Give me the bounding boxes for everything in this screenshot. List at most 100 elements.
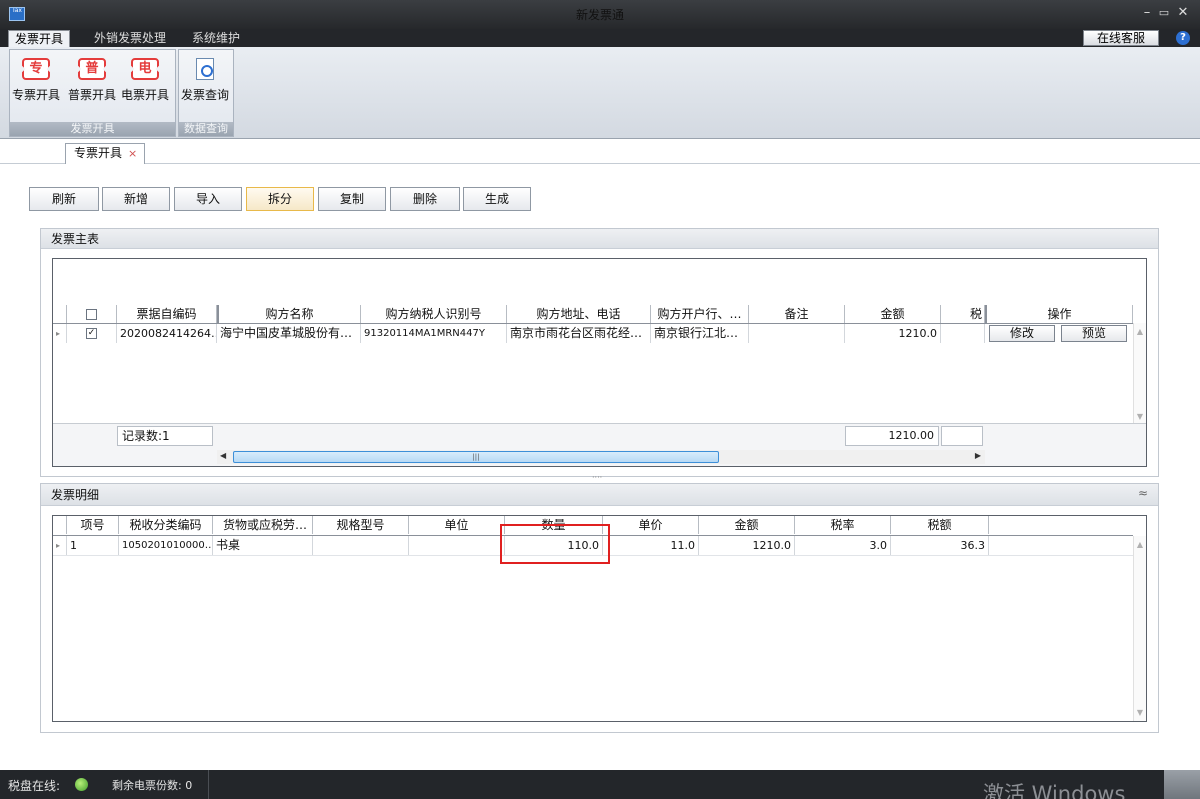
col-amount[interactable]: 金额 — [699, 516, 795, 534]
row-indicator-icon: ▸ — [53, 536, 67, 555]
maximize-icon[interactable]: ▭ — [1157, 4, 1171, 22]
cell-tax-rate[interactable]: 3.0 — [795, 536, 891, 555]
col-unit[interactable]: 单位 — [409, 516, 505, 534]
col-remark[interactable]: 备注 — [749, 305, 845, 323]
record-count: 记录数:1 — [117, 426, 213, 446]
horizontal-scroll-thumb[interactable]: ||| — [233, 451, 719, 463]
remaining-einvoice-count: 剩余电票份数: 0 — [112, 779, 193, 792]
status-divider — [208, 770, 209, 799]
tab-export-invoice[interactable]: 外销发票处理 — [88, 30, 172, 47]
cell-code[interactable]: 2020082414264… — [117, 324, 217, 343]
online-service-button[interactable]: 在线客服 — [1083, 30, 1159, 46]
select-all-checkbox[interactable] — [86, 309, 97, 320]
cell-remark[interactable] — [749, 324, 845, 343]
cell-item-no[interactable]: 1 — [67, 536, 119, 555]
master-horizontal-scrollbar[interactable]: ◀ ||| ▶ — [217, 450, 985, 464]
master-panel-title: 发票主表 — [41, 229, 1158, 249]
tab-invoice-issue[interactable]: 发票开具 — [8, 30, 71, 47]
cell-class-code[interactable]: 1050201010000… — [119, 536, 213, 555]
close-tab-icon[interactable]: × — [128, 147, 137, 160]
online-status-led-icon — [75, 778, 88, 791]
special-invoice-button[interactable]: 专 专票开具 — [10, 58, 62, 108]
col-tax[interactable]: 税 — [941, 305, 985, 323]
col-buyer-name[interactable]: 购方名称 — [217, 305, 361, 323]
normal-invoice-button[interactable]: 普 普票开具 — [66, 58, 118, 108]
master-grid: 票据自编码 购方名称 购方纳税人识别号 购方地址、电话 购方开户行、… 备注 金… — [52, 258, 1147, 467]
cell-unit[interactable] — [409, 536, 505, 555]
special-ticket-icon: 专 — [22, 58, 50, 80]
normal-ticket-icon: 普 — [78, 58, 106, 80]
col-code[interactable]: 票据自编码 — [117, 305, 217, 323]
row-indicator-icon: ▸ — [53, 324, 67, 343]
collapse-icon[interactable]: ≈ — [1138, 486, 1148, 500]
add-button[interactable]: 新增 — [102, 187, 170, 211]
button-label: 发票查询 — [180, 88, 229, 102]
col-amount[interactable]: 金额 — [845, 305, 941, 323]
quantity-highlight-box — [500, 524, 610, 564]
row-checkbox[interactable]: ✓ — [86, 328, 97, 339]
row-indicator-header — [53, 516, 67, 534]
refresh-button[interactable]: 刷新 — [29, 187, 99, 211]
scroll-down-icon[interactable]: ▼ — [1134, 708, 1146, 717]
ribbon-group-label: 数据查询 — [179, 122, 233, 136]
col-buyer-address[interactable]: 购方地址、电话 — [507, 305, 651, 323]
col-buyer-tax-id[interactable]: 购方纳税人识别号 — [361, 305, 507, 323]
tab-strip-line — [0, 163, 1200, 164]
e-invoice-button[interactable]: 电 电票开具 — [119, 58, 171, 108]
detail-panel-title: 发票明细 — [41, 484, 1158, 506]
doc-tab-special-invoice[interactable]: 专票开具 × — [65, 143, 145, 164]
cell-buyer-tax-id[interactable]: 91320114MA1MRN447Y — [361, 324, 507, 343]
cell-buyer-address[interactable]: 南京市雨花台区雨花经… — [507, 324, 651, 343]
col-spec[interactable]: 规格型号 — [313, 516, 409, 534]
detail-vertical-scrollbar[interactable]: ▲ ▼ — [1133, 536, 1146, 721]
delete-button[interactable]: 删除 — [390, 187, 460, 211]
cell-buyer-bank[interactable]: 南京银行江北… — [651, 324, 749, 343]
preview-button[interactable]: 预览 — [1061, 325, 1127, 342]
doc-tab-label: 专票开具 — [74, 146, 123, 160]
cell-buyer-name[interactable]: 海宁中国皮革城股份有… — [217, 324, 361, 343]
generate-button[interactable]: 生成 — [463, 187, 531, 211]
button-label: 电票开具 — [120, 88, 169, 102]
button-label: 专票开具 — [11, 88, 60, 102]
copy-button[interactable]: 复制 — [318, 187, 386, 211]
col-tax-amount[interactable]: 税额 — [891, 516, 989, 534]
col-goods[interactable]: 货物或应税劳… — [213, 516, 313, 534]
cell-amount[interactable]: 1210.0 — [845, 324, 941, 343]
tax-disk-status-label: 税盘在线: — [8, 779, 61, 793]
cell-tax[interactable] — [941, 324, 985, 343]
master-vertical-scrollbar[interactable]: ▲ ▼ — [1133, 323, 1146, 423]
scroll-up-icon[interactable]: ▲ — [1134, 327, 1146, 336]
minimize-icon[interactable]: – — [1140, 4, 1154, 22]
scroll-up-icon[interactable]: ▲ — [1134, 540, 1146, 549]
col-unit-price[interactable]: 单价 — [603, 516, 699, 534]
cell-unit-price[interactable]: 11.0 — [603, 536, 699, 555]
col-tax-rate[interactable]: 税率 — [795, 516, 891, 534]
edit-button[interactable]: 修改 — [989, 325, 1055, 342]
cell-amount[interactable]: 1210.0 — [699, 536, 795, 555]
col-item-no[interactable]: 项号 — [67, 516, 119, 534]
window-title: 新发票通 — [575, 8, 624, 22]
e-ticket-icon: 电 — [131, 58, 159, 80]
import-button[interactable]: 导入 — [174, 187, 242, 211]
scroll-down-icon[interactable]: ▼ — [1134, 412, 1146, 421]
scroll-right-icon[interactable]: ▶ — [975, 451, 981, 460]
resize-grip-icon[interactable] — [1164, 770, 1200, 799]
cell-tax-amount[interactable]: 36.3 — [891, 536, 989, 555]
activation-watermark: 激活 Windows — [983, 782, 1126, 799]
button-label: 普票开具 — [67, 88, 116, 102]
document-search-icon — [196, 58, 214, 80]
menu-bar — [0, 29, 1200, 47]
close-icon[interactable]: ✕ — [1176, 4, 1190, 22]
help-icon[interactable]: ? — [1176, 31, 1190, 45]
col-class-code[interactable]: 税收分类编码 — [119, 516, 213, 534]
ribbon-group-label: 发票开具 — [10, 122, 175, 136]
invoice-query-button[interactable]: 发票查询 — [179, 58, 231, 108]
cell-goods[interactable]: 书桌 — [213, 536, 313, 555]
cell-spec[interactable] — [313, 536, 409, 555]
total-amount: 1210.00 — [845, 426, 939, 446]
split-button[interactable]: 拆分 — [246, 187, 314, 211]
scroll-left-icon[interactable]: ◀ — [220, 451, 226, 460]
tab-system-maintenance[interactable]: 系统维护 — [186, 30, 246, 47]
col-buyer-bank[interactable]: 购方开户行、… — [651, 305, 749, 323]
splitter-handle[interactable]: ···· — [592, 476, 608, 482]
